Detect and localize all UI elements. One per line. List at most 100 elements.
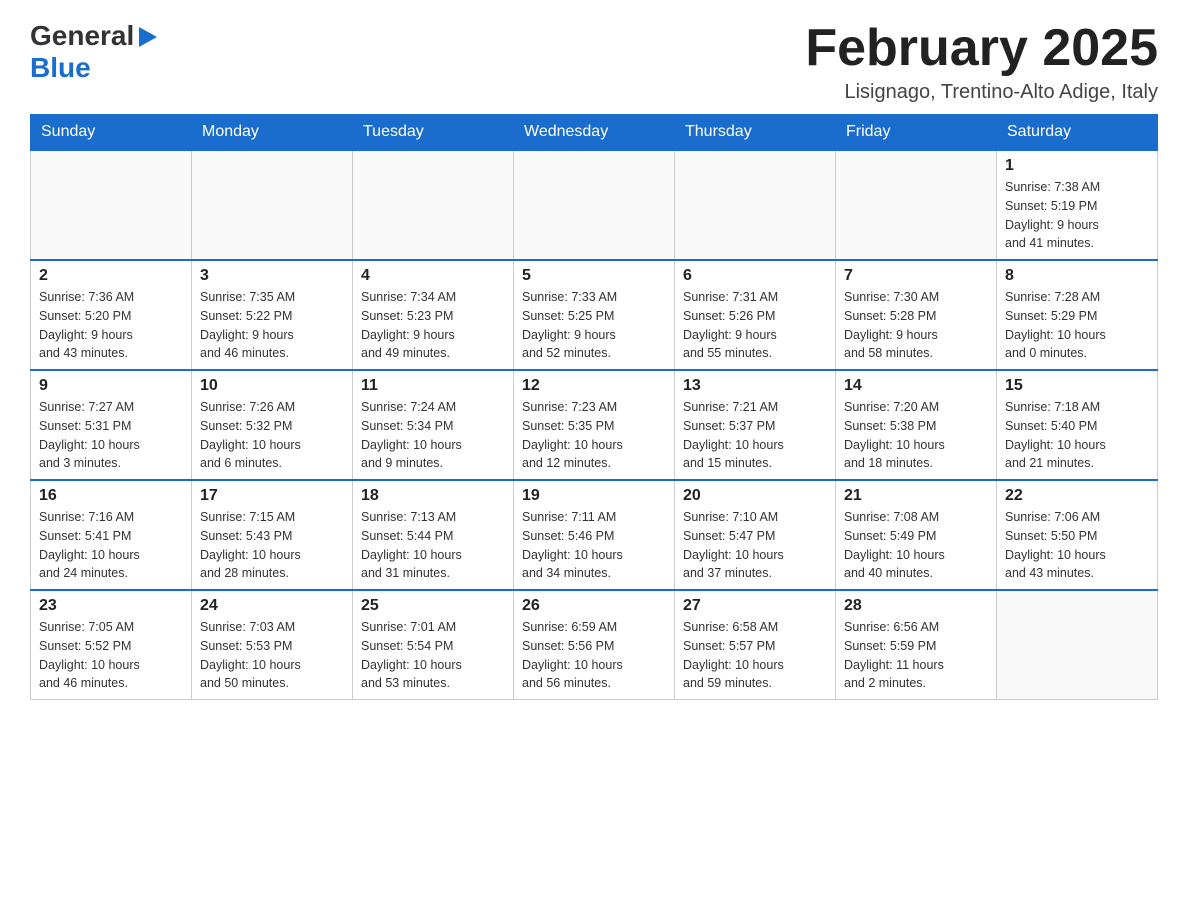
calendar-cell: 9 Sunrise: 7:27 AMSunset: 5:31 PMDaylight… <box>31 370 192 480</box>
weekday-header-sunday: Sunday <box>31 115 192 151</box>
weekday-header-wednesday: Wednesday <box>514 115 675 151</box>
calendar-cell <box>997 590 1158 700</box>
day-number: 10 <box>200 377 344 395</box>
logo: General Blue <box>30 20 157 84</box>
calendar-table: SundayMondayTuesdayWednesdayThursdayFrid… <box>30 114 1158 700</box>
calendar-cell: 6 Sunrise: 7:31 AMSunset: 5:26 PMDaylight… <box>675 260 836 370</box>
day-info: Sunrise: 7:15 AMSunset: 5:43 PMDaylight:… <box>200 508 344 583</box>
calendar-cell: 5Sunrise: 7:33 AMSunset: 5:25 PMDaylight… <box>514 260 675 370</box>
calendar-cell: 18Sunrise: 7:13 AMSunset: 5:44 PMDayligh… <box>353 480 514 590</box>
calendar-week-row: 2 Sunrise: 7:36 AMSunset: 5:20 PMDaylight… <box>31 260 1158 370</box>
day-number: 28 <box>844 597 988 615</box>
day-info: Sunrise: 7:24 AMSunset: 5:34 PMDaylight:… <box>361 398 505 473</box>
day-number: 12 <box>522 377 666 395</box>
calendar-cell: 17 Sunrise: 7:15 AMSunset: 5:43 PMDayligh… <box>192 480 353 590</box>
calendar-cell: 8 Sunrise: 7:28 AMSunset: 5:29 PMDaylight… <box>997 260 1158 370</box>
day-number: 26 <box>522 597 666 615</box>
day-number: 27 <box>683 597 827 615</box>
weekday-header-thursday: Thursday <box>675 115 836 151</box>
day-number: 20 <box>683 487 827 505</box>
calendar-cell: 27 Sunrise: 6:58 AMSunset: 5:57 PMDayligh… <box>675 590 836 700</box>
calendar-cell: 7 Sunrise: 7:30 AMSunset: 5:28 PMDaylight… <box>836 260 997 370</box>
day-number: 13 <box>683 377 827 395</box>
day-number: 7 <box>844 267 988 285</box>
calendar-title: February 2025 <box>805 20 1158 77</box>
day-info: Sunrise: 7:36 AMSunset: 5:20 PMDaylight:… <box>39 288 183 363</box>
calendar-cell: 14Sunrise: 7:20 AMSunset: 5:38 PMDayligh… <box>836 370 997 480</box>
calendar-week-row: 9 Sunrise: 7:27 AMSunset: 5:31 PMDaylight… <box>31 370 1158 480</box>
day-number: 18 <box>361 487 505 505</box>
day-info: Sunrise: 7:33 AMSunset: 5:25 PMDaylight:… <box>522 288 666 363</box>
title-block: February 2025 Lisignago, Trentino-Alto A… <box>805 20 1158 104</box>
day-number: 6 <box>683 267 827 285</box>
calendar-cell: 25 Sunrise: 7:01 AMSunset: 5:54 PMDayligh… <box>353 590 514 700</box>
day-number: 9 <box>39 377 183 395</box>
day-info: Sunrise: 7:21 AMSunset: 5:37 PMDaylight:… <box>683 398 827 473</box>
day-info: Sunrise: 7:06 AMSunset: 5:50 PMDaylight:… <box>1005 508 1149 583</box>
day-number: 4 <box>361 267 505 285</box>
day-number: 17 <box>200 487 344 505</box>
day-info: Sunrise: 7:08 AMSunset: 5:49 PMDaylight:… <box>844 508 988 583</box>
day-number: 2 <box>39 267 183 285</box>
day-number: 19 <box>522 487 666 505</box>
day-info: Sunrise: 7:30 AMSunset: 5:28 PMDaylight:… <box>844 288 988 363</box>
day-info: Sunrise: 6:58 AMSunset: 5:57 PMDaylight:… <box>683 618 827 693</box>
calendar-cell: 10 Sunrise: 7:26 AMSunset: 5:32 PMDayligh… <box>192 370 353 480</box>
day-info: Sunrise: 7:03 AMSunset: 5:53 PMDaylight:… <box>200 618 344 693</box>
calendar-cell: 21 Sunrise: 7:08 AMSunset: 5:49 PMDayligh… <box>836 480 997 590</box>
day-info: Sunrise: 7:20 AMSunset: 5:38 PMDaylight:… <box>844 398 988 473</box>
day-number: 21 <box>844 487 988 505</box>
day-info: Sunrise: 7:31 AMSunset: 5:26 PMDaylight:… <box>683 288 827 363</box>
calendar-cell <box>675 150 836 260</box>
day-info: Sunrise: 7:38 AMSunset: 5:19 PMDaylight:… <box>1005 178 1149 253</box>
day-info: Sunrise: 7:35 AMSunset: 5:22 PMDaylight:… <box>200 288 344 363</box>
calendar-cell: 28 Sunrise: 6:56 AMSunset: 5:59 PMDayligh… <box>836 590 997 700</box>
calendar-cell <box>514 150 675 260</box>
calendar-cell: 13 Sunrise: 7:21 AMSunset: 5:37 PMDayligh… <box>675 370 836 480</box>
day-number: 24 <box>200 597 344 615</box>
calendar-cell: 1 Sunrise: 7:38 AMSunset: 5:19 PMDaylight… <box>997 150 1158 260</box>
calendar-week-row: 16Sunrise: 7:16 AMSunset: 5:41 PMDayligh… <box>31 480 1158 590</box>
day-number: 8 <box>1005 267 1149 285</box>
day-info: Sunrise: 6:56 AMSunset: 5:59 PMDaylight:… <box>844 618 988 693</box>
calendar-cell <box>192 150 353 260</box>
weekday-header-saturday: Saturday <box>997 115 1158 151</box>
calendar-cell: 3Sunrise: 7:35 AMSunset: 5:22 PMDaylight… <box>192 260 353 370</box>
day-info: Sunrise: 7:01 AMSunset: 5:54 PMDaylight:… <box>361 618 505 693</box>
calendar-header-row: SundayMondayTuesdayWednesdayThursdayFrid… <box>31 115 1158 151</box>
calendar-cell: 20Sunrise: 7:10 AMSunset: 5:47 PMDayligh… <box>675 480 836 590</box>
calendar-cell: 11 Sunrise: 7:24 AMSunset: 5:34 PMDayligh… <box>353 370 514 480</box>
day-info: Sunrise: 7:26 AMSunset: 5:32 PMDaylight:… <box>200 398 344 473</box>
calendar-cell: 15 Sunrise: 7:18 AMSunset: 5:40 PMDayligh… <box>997 370 1158 480</box>
calendar-cell: 16Sunrise: 7:16 AMSunset: 5:41 PMDayligh… <box>31 480 192 590</box>
calendar-week-row: 23Sunrise: 7:05 AMSunset: 5:52 PMDayligh… <box>31 590 1158 700</box>
day-info: Sunrise: 7:16 AMSunset: 5:41 PMDaylight:… <box>39 508 183 583</box>
calendar-cell <box>353 150 514 260</box>
day-number: 1 <box>1005 157 1149 175</box>
calendar-subtitle: Lisignago, Trentino-Alto Adige, Italy <box>805 81 1158 104</box>
day-info: Sunrise: 7:18 AMSunset: 5:40 PMDaylight:… <box>1005 398 1149 473</box>
calendar-cell: 24 Sunrise: 7:03 AMSunset: 5:53 PMDayligh… <box>192 590 353 700</box>
page-header: General Blue February 2025 Lisignago, Tr… <box>30 20 1158 104</box>
day-number: 25 <box>361 597 505 615</box>
day-info: Sunrise: 7:28 AMSunset: 5:29 PMDaylight:… <box>1005 288 1149 363</box>
calendar-cell <box>836 150 997 260</box>
day-info: Sunrise: 7:05 AMSunset: 5:52 PMDaylight:… <box>39 618 183 693</box>
weekday-header-monday: Monday <box>192 115 353 151</box>
logo-general-text: General <box>30 20 134 52</box>
weekday-header-friday: Friday <box>836 115 997 151</box>
calendar-cell: 4 Sunrise: 7:34 AMSunset: 5:23 PMDaylight… <box>353 260 514 370</box>
day-info: Sunrise: 7:23 AMSunset: 5:35 PMDaylight:… <box>522 398 666 473</box>
day-number: 11 <box>361 377 505 395</box>
calendar-body: 1 Sunrise: 7:38 AMSunset: 5:19 PMDaylight… <box>31 150 1158 700</box>
day-info: Sunrise: 7:34 AMSunset: 5:23 PMDaylight:… <box>361 288 505 363</box>
calendar-week-row: 1 Sunrise: 7:38 AMSunset: 5:19 PMDaylight… <box>31 150 1158 260</box>
calendar-cell: 19Sunrise: 7:11 AMSunset: 5:46 PMDayligh… <box>514 480 675 590</box>
day-number: 15 <box>1005 377 1149 395</box>
day-info: Sunrise: 6:59 AMSunset: 5:56 PMDaylight:… <box>522 618 666 693</box>
calendar-cell: 23Sunrise: 7:05 AMSunset: 5:52 PMDayligh… <box>31 590 192 700</box>
calendar-cell: 12 Sunrise: 7:23 AMSunset: 5:35 PMDayligh… <box>514 370 675 480</box>
day-info: Sunrise: 7:27 AMSunset: 5:31 PMDaylight:… <box>39 398 183 473</box>
logo-triangle-icon <box>139 27 157 47</box>
logo-blue-text: Blue <box>30 52 91 84</box>
